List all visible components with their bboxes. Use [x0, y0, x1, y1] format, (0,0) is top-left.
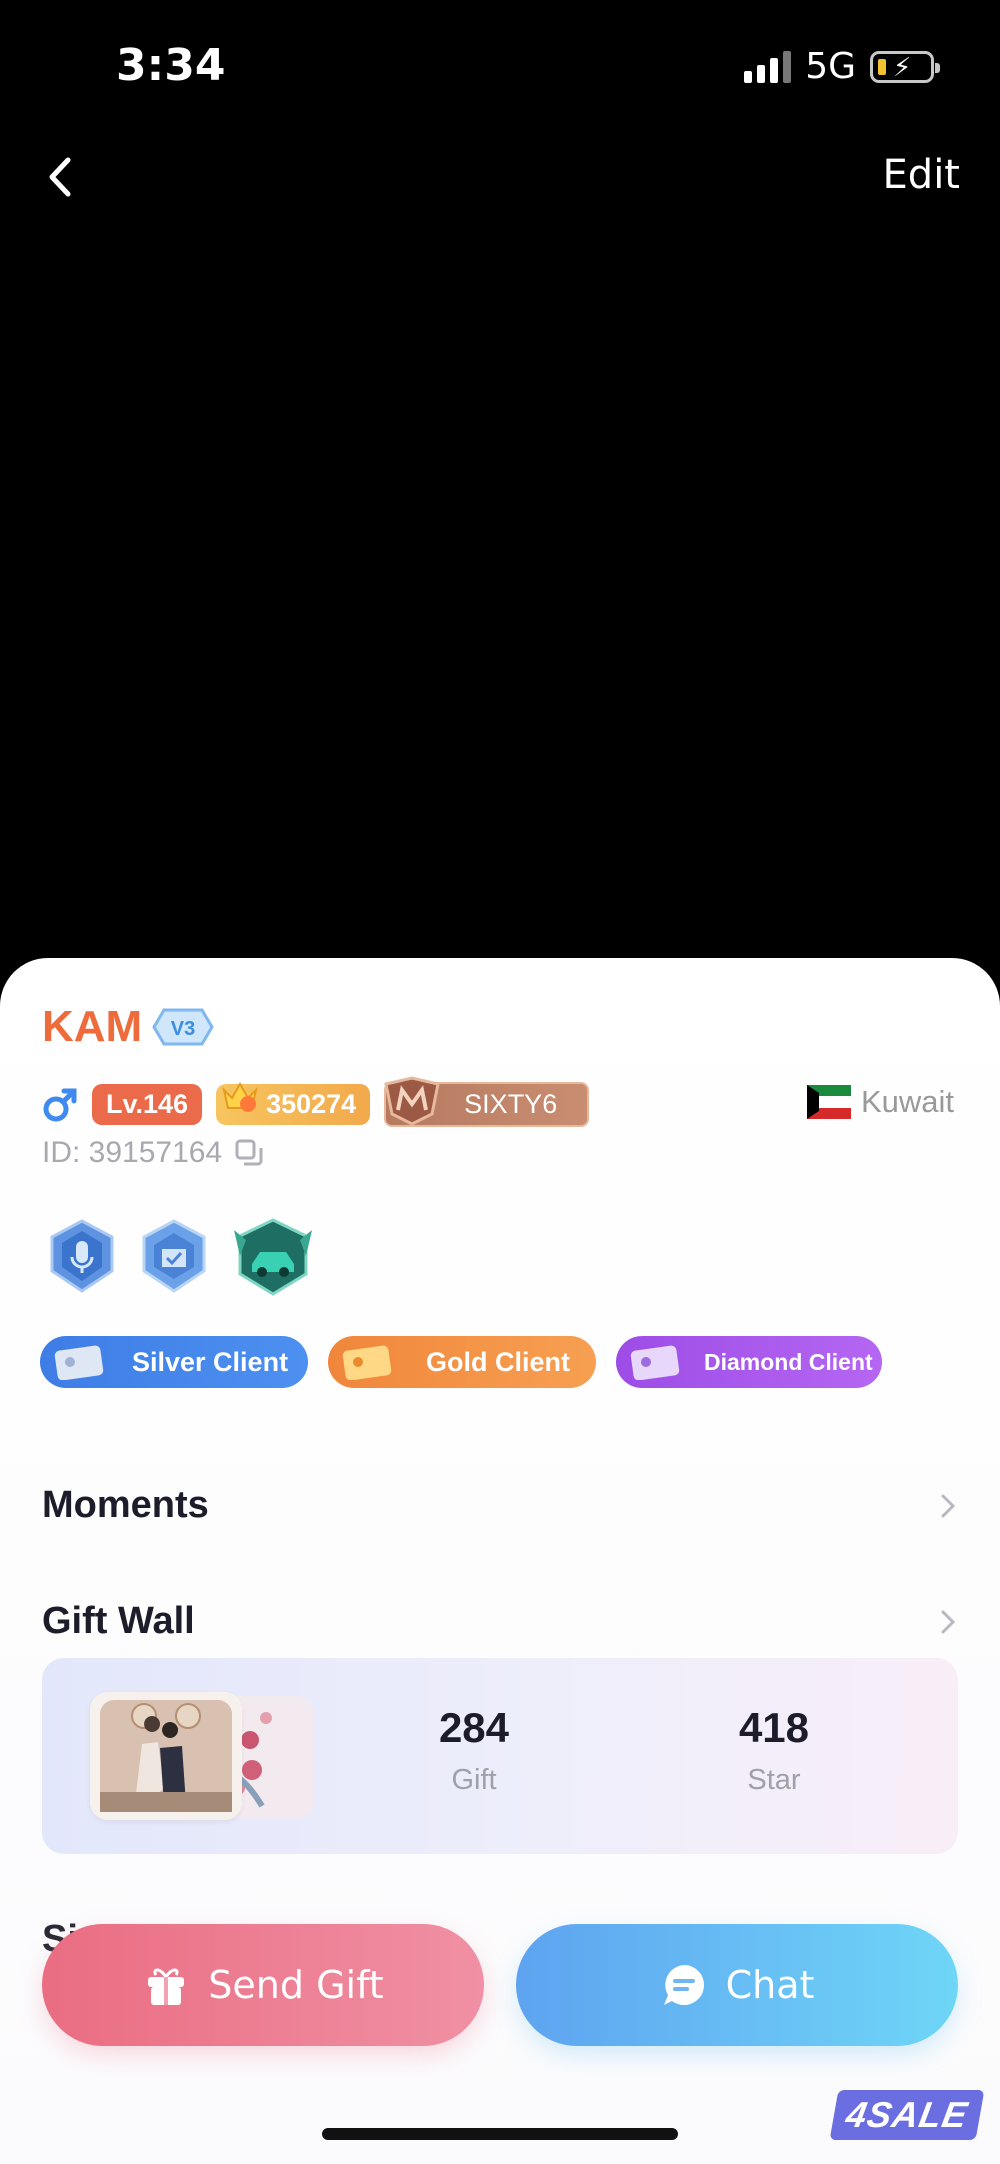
back-button[interactable]	[40, 150, 80, 210]
gold-card-icon	[342, 1345, 392, 1380]
moments-title: Moments	[42, 1484, 209, 1526]
vip-label: V3	[171, 1018, 195, 1040]
family-name: SIXTY6	[464, 1089, 558, 1119]
gift-stat: 284 Gift	[374, 1704, 574, 1797]
car-medal-icon[interactable]	[232, 1216, 314, 1298]
family-badge[interactable]: SIXTY6	[384, 1076, 590, 1127]
chevron-right-icon	[941, 1494, 956, 1517]
client-badges: Silver Client Gold Client Diamond Client	[40, 1336, 882, 1388]
male-icon	[43, 1088, 77, 1121]
edit-button[interactable]: Edit	[883, 152, 960, 198]
profile-name: KAM	[42, 1002, 143, 1051]
id-row: ID: 39157164	[42, 1136, 264, 1170]
chevron-right-icon	[941, 1610, 956, 1633]
status-indicators: 5G ⚡	[744, 46, 940, 87]
level-badge: Lv.146	[92, 1084, 203, 1125]
gift-wall-row[interactable]: Gift Wall	[42, 1600, 958, 1643]
star-label: Star	[747, 1764, 801, 1796]
copy-icon[interactable]	[234, 1138, 264, 1168]
gift-thumbnail-primary	[90, 1692, 242, 1820]
couple-gift-image	[90, 1692, 242, 1820]
silver-card-icon	[54, 1345, 104, 1380]
user-id: ID: 39157164	[42, 1136, 223, 1169]
name-row: KAM V3	[42, 1002, 214, 1052]
gift-count: 284	[438, 1704, 510, 1751]
moments-row[interactable]: Moments	[42, 1484, 958, 1527]
silver-client-label: Silver Client	[132, 1346, 289, 1377]
gold-client-badge[interactable]: Gold Client	[328, 1336, 596, 1388]
gift-wall-card[interactable]: 284 Gift 418 Star	[42, 1658, 958, 1854]
coin-crown-icon	[222, 1081, 258, 1112]
silver-client-badge[interactable]: Silver Client	[40, 1336, 308, 1388]
star-stat: 418 Star	[674, 1704, 874, 1797]
profile-screen: 3:34 5G ⚡ Edit KAM V3 Lv.146 350274 SIXT…	[0, 0, 1000, 2164]
chat-label: Chat	[725, 1963, 815, 2007]
star-count: 418	[738, 1704, 810, 1751]
kuwait-flag-icon	[806, 1085, 851, 1119]
gift-wall-title: Gift Wall	[42, 1600, 195, 1642]
send-gift-button[interactable]: Send Gift	[42, 1924, 484, 2046]
network-label: 5G	[805, 46, 856, 87]
back-chevron-icon	[49, 157, 71, 197]
gold-client-label: Gold Client	[426, 1346, 570, 1377]
watermark-logo: 4SALE	[829, 2090, 985, 2140]
shield-medal-icon[interactable]	[140, 1219, 208, 1295]
country-info: Kuwait	[806, 1084, 954, 1120]
chat-button[interactable]: Chat	[516, 1924, 958, 2046]
chat-bubble-icon	[663, 1965, 704, 2005]
badges-row: Lv.146 350274 SIXTY6	[42, 1076, 590, 1127]
signal-icon	[744, 50, 792, 83]
gift-icon	[148, 1968, 185, 2005]
diamond-card-icon	[630, 1345, 680, 1380]
vip-badge-icon: V3	[152, 1008, 214, 1046]
profile-sheet: KAM V3 Lv.146 350274 SIXTY6 Kuwait ID: 3…	[0, 958, 1000, 2164]
coin-value: 350274	[266, 1089, 357, 1119]
family-emblem-icon	[384, 1076, 440, 1126]
gift-label: Gift	[451, 1764, 497, 1796]
diamond-client-badge[interactable]: Diamond Client	[616, 1336, 882, 1388]
home-indicator[interactable]	[322, 2128, 678, 2140]
status-time: 3:34	[116, 40, 226, 91]
country-name: Kuwait	[860, 1084, 954, 1119]
battery-icon: ⚡	[870, 50, 940, 83]
coin-badge: 350274	[216, 1081, 371, 1125]
medals-row	[48, 1216, 314, 1298]
send-gift-label: Send Gift	[208, 1963, 384, 2007]
mic-medal-icon[interactable]	[48, 1219, 116, 1295]
diamond-client-label: Diamond Client	[704, 1348, 873, 1375]
